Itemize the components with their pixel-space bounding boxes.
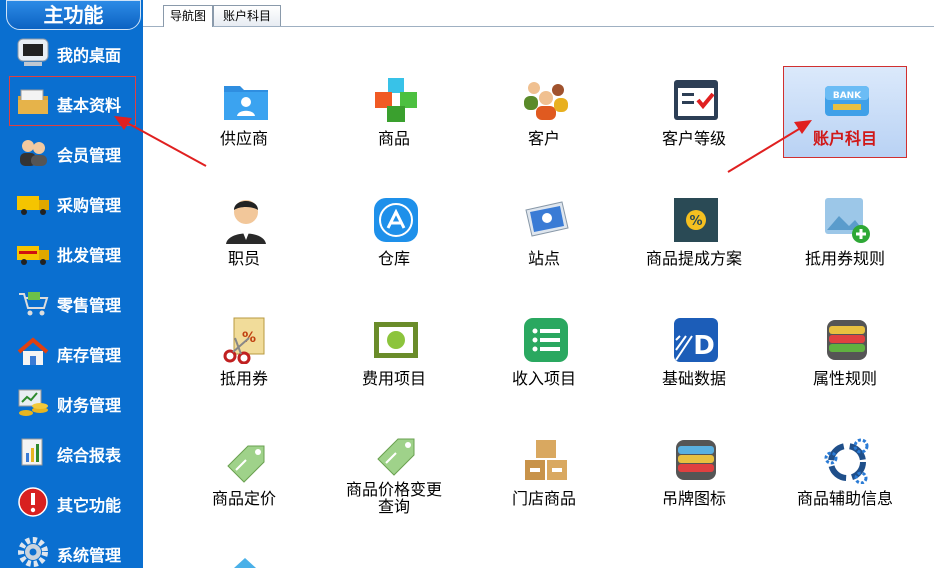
annotation-arrow-left [114,116,207,167]
sidebar-item-label: 采购管理 [57,196,122,215]
tab-account-subjects[interactable]: 账户科目 [213,5,281,26]
commission-icon: % [674,198,718,242]
tile-commission-plan[interactable]: % 商品提成方案 [624,190,764,290]
tile-price-change-query[interactable]: 商品价格变更 查询 [324,423,464,523]
tile-employee[interactable]: 职员 [174,190,314,290]
tile-label: 费用项目 [361,369,426,388]
list-icon [524,318,568,362]
bank-card-icon: BANK [825,86,869,116]
tile-label: 商品提成方案 [645,249,742,268]
tile-label: 门店商品 [511,489,576,508]
sidebar-item-finance[interactable]: 财务管理 [0,379,143,425]
price-tag-change-icon [377,438,415,476]
folder-contact-icon [224,86,268,120]
sidebar-item-purchase[interactable]: 采购管理 [0,179,143,225]
tile-attribute-rules[interactable]: 属性规则 [775,310,915,410]
sidebar-item-label: 财务管理 [57,396,122,415]
sidebar-item-label: 系统管理 [57,546,122,565]
gear-icon [18,537,48,567]
annotation-arrow-right [727,120,812,173]
tile-label: 商品 [377,129,410,148]
alert-icon [18,487,48,517]
sidebar-item-reports[interactable]: 综合报表 [0,429,143,475]
customers-icon [524,82,568,120]
sidebar-item-desktop[interactable]: 我的桌面 [0,29,143,75]
tag-stack-icon [676,440,716,480]
tile-income-items[interactable]: 收入项目 [474,310,614,410]
truck-icon [17,196,49,215]
sidebar: 主功能 我的桌面 基本资料 会员管理 采购管理 批发管理 零售管理 库存管理 财… [0,0,143,568]
tile-label: 商品价格变更 [345,480,442,499]
tile-label: 客户 [527,129,560,148]
sidebar-item-label: 综合报表 [57,446,122,465]
sidebar-item-label: 我的桌面 [57,46,122,65]
sidebar-item-label: 批发管理 [57,246,122,265]
tile-coupon-rules[interactable]: 抵用券规则 [775,190,915,290]
sidebar-item-label: 库存管理 [57,346,122,365]
money-icon [18,389,48,416]
tile-label: 仓库 [377,249,410,268]
sidebar-item-retail[interactable]: 零售管理 [0,279,143,325]
coupon-icon: % [223,317,265,364]
tile-product[interactable]: 商品 [324,70,464,170]
sidebar-item-other[interactable]: 其它功能 [0,479,143,525]
users-icon [20,140,47,166]
tile-label: 商品定价 [211,489,276,508]
tile-label: 商品辅助信息 [796,489,893,508]
data-d-icon: D [674,318,718,362]
delivery-truck-icon [17,246,49,265]
tile-coupon[interactable]: % 抵用券 [174,310,314,410]
price-tag-icon [227,445,265,483]
tile-customer[interactable]: 客户 [474,70,614,170]
gear-ring-icon [824,438,869,484]
tile-product-aux-info[interactable]: 商品辅助信息 [775,430,915,530]
tile-base-data[interactable]: D 基础数据 [624,310,764,410]
sidebar-item-label: 零售管理 [57,296,122,315]
partial-icon [234,558,256,568]
sidebar-item-inventory[interactable]: 库存管理 [0,329,143,375]
tab-bar: 导航图 账户科目 [143,0,934,27]
tile-site[interactable]: 站点 [474,190,614,290]
tile-label: 属性规则 [812,369,877,388]
sidebar-title: 主功能 [6,0,141,30]
employee-icon [226,200,266,244]
tab-navigation[interactable]: 导航图 [163,5,213,27]
image-add-icon [825,198,870,243]
svg-text:D: D [693,331,715,361]
report-icon [21,438,43,466]
house-icon [17,337,49,365]
monitor-icon [17,38,49,66]
stack-icon [827,320,867,360]
cubes-icon [375,78,417,122]
tile-product-pricing[interactable]: 商品定价 [174,430,314,530]
boxes-icon [525,440,567,480]
tile-label: 收入项目 [511,369,576,388]
tile-expense-items[interactable]: 费用项目 [324,310,464,410]
checklist-icon [674,80,718,120]
tile-label: 抵用券规则 [804,249,885,268]
tile-label: 吊牌图标 [661,489,726,508]
cart-icon [19,292,49,316]
site-icon [525,201,569,237]
sidebar-item-label: 其它功能 [57,496,122,515]
tile-label: 站点 [527,249,560,268]
tile-tag-icons[interactable]: 吊牌图标 [624,430,764,530]
app-store-icon [374,198,418,242]
svg-text:BANK: BANK [833,91,862,101]
svg-text:%: % [689,214,702,229]
tile-label: 基础数据 [661,369,726,388]
tile-store-products[interactable]: 门店商品 [474,430,614,530]
tile-warehouse[interactable]: 仓库 [324,190,464,290]
tile-label: 抵用券 [219,369,268,388]
sidebar-item-wholesale[interactable]: 批发管理 [0,229,143,275]
sidebar-item-system[interactable]: 系统管理 [0,529,143,568]
expense-icon [374,322,418,358]
tile-label: 职员 [227,249,260,268]
tile-label-line2: 查询 [377,497,410,516]
